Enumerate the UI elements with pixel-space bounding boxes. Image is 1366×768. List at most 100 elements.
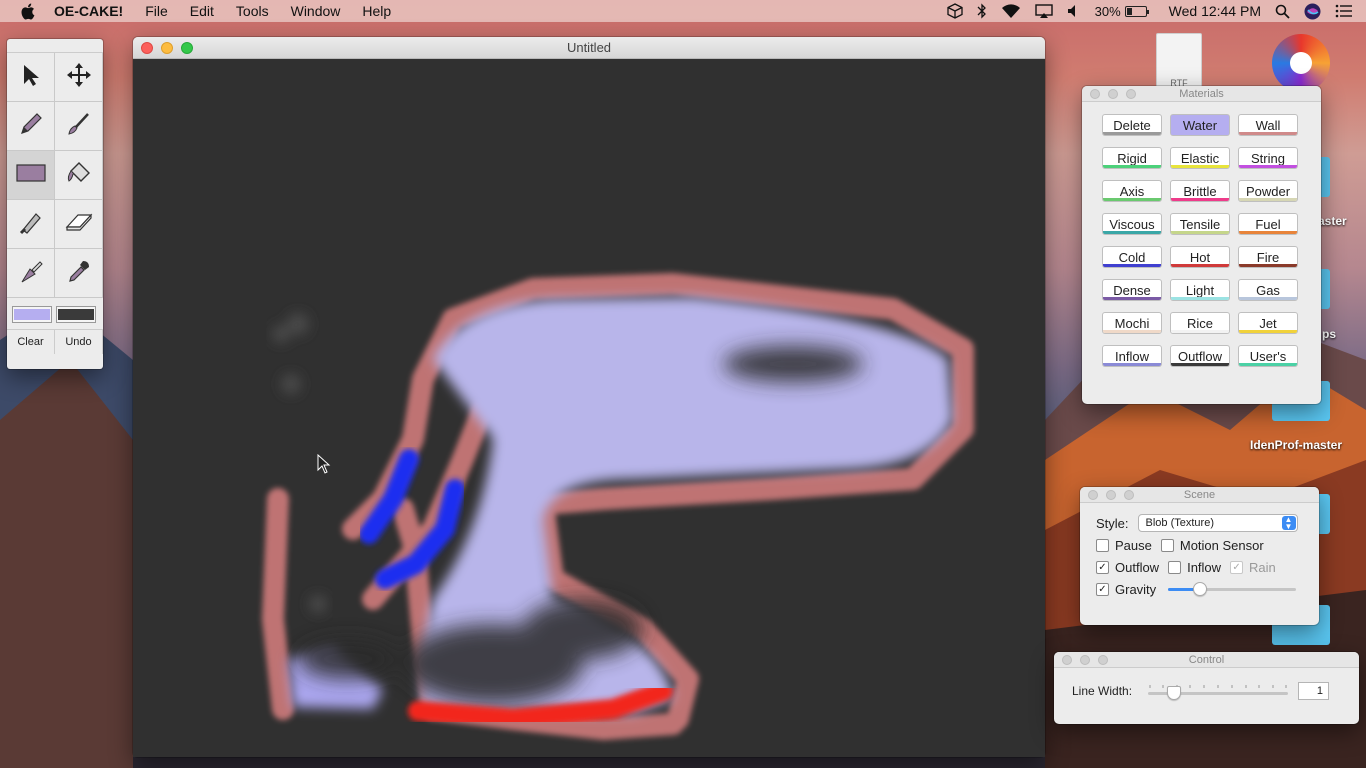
- style-select[interactable]: Blob (Texture) ▲ ▼: [1137, 514, 1298, 532]
- primary-color-swatch[interactable]: [12, 306, 52, 323]
- material-button-powder[interactable]: Powder: [1238, 180, 1298, 202]
- zoom-button[interactable]: [1126, 88, 1136, 99]
- minimize-button[interactable]: [1106, 489, 1116, 500]
- list-icon[interactable]: [1335, 4, 1352, 18]
- pause-checkbox[interactable]: [1096, 538, 1109, 552]
- box-icon[interactable]: [946, 3, 963, 19]
- battery-icon: [1124, 5, 1149, 17]
- menu-file[interactable]: File: [145, 3, 168, 19]
- menu-edit[interactable]: Edit: [190, 3, 214, 19]
- volume-icon[interactable]: [1067, 4, 1081, 18]
- material-button-axis[interactable]: Axis: [1102, 180, 1162, 202]
- eraser-tool[interactable]: [55, 200, 103, 249]
- material-button-users[interactable]: User's: [1238, 345, 1298, 367]
- rain-checkbox[interactable]: ✓: [1230, 560, 1244, 574]
- material-label: Fire: [1256, 249, 1280, 265]
- rectangle-tool[interactable]: [7, 151, 55, 200]
- material-button-wall[interactable]: Wall: [1238, 114, 1298, 136]
- torch-tool[interactable]: [7, 249, 55, 298]
- material-button-light[interactable]: Light: [1170, 279, 1230, 301]
- material-button-string[interactable]: String: [1238, 147, 1298, 169]
- airplay-icon[interactable]: [1034, 3, 1053, 19]
- line-width-slider[interactable]: [1148, 684, 1289, 700]
- style-label: Style:: [1096, 515, 1129, 531]
- select-tool[interactable]: [7, 53, 55, 102]
- control-titlebar[interactable]: Control: [1054, 652, 1359, 668]
- fill-bucket-icon: [65, 159, 93, 192]
- minimize-button[interactable]: [1108, 88, 1118, 99]
- secondary-color-swatch[interactable]: [56, 306, 96, 323]
- material-color-bar: [1239, 330, 1297, 333]
- motion-sensor-checkbox[interactable]: [1160, 538, 1174, 552]
- material-button-viscous[interactable]: Viscous: [1102, 213, 1162, 235]
- material-button-cold[interactable]: Cold: [1102, 246, 1162, 268]
- zoom-button[interactable]: [181, 41, 193, 54]
- material-button-inflow[interactable]: Inflow: [1102, 345, 1162, 367]
- wifi-icon[interactable]: [1001, 3, 1021, 19]
- knife-tool[interactable]: [7, 200, 55, 249]
- material-label: Mochi: [1114, 315, 1150, 331]
- material-button-dense[interactable]: Dense: [1102, 279, 1162, 301]
- material-button-fire[interactable]: Fire: [1238, 246, 1298, 268]
- desktop-app-icon[interactable]: [1272, 34, 1330, 92]
- line-width-label: Line Width:: [1072, 684, 1133, 698]
- undo-button[interactable]: Undo: [55, 330, 103, 354]
- window-controls: [1090, 86, 1144, 101]
- minimize-button[interactable]: [1080, 654, 1090, 665]
- material-button-fuel[interactable]: Fuel: [1238, 213, 1298, 235]
- material-button-mochi[interactable]: Mochi: [1102, 312, 1162, 334]
- apple-icon[interactable]: [20, 3, 38, 20]
- close-button[interactable]: [1088, 489, 1098, 500]
- tools-palette-titlebar[interactable]: [7, 39, 103, 53]
- inflow-checkbox[interactable]: [1168, 560, 1182, 574]
- clock[interactable]: Wed 12:44 PM: [1169, 3, 1261, 19]
- material-label: Inflow: [1115, 348, 1149, 364]
- menu-help[interactable]: Help: [362, 3, 391, 19]
- material-button-rigid[interactable]: Rigid: [1102, 147, 1162, 169]
- menu-app-name[interactable]: OE-CAKE!: [54, 3, 123, 19]
- spotlight-icon[interactable]: [1275, 4, 1290, 19]
- fill-tool[interactable]: [55, 151, 103, 200]
- move-tool[interactable]: [55, 53, 103, 102]
- menu-window[interactable]: Window: [291, 3, 341, 19]
- materials-titlebar[interactable]: Materials: [1082, 86, 1321, 102]
- outflow-checkbox[interactable]: ✓: [1096, 560, 1109, 574]
- line-width-field[interactable]: 1: [1298, 682, 1330, 700]
- material-button-outflow[interactable]: Outflow: [1170, 345, 1230, 367]
- dropper-tool[interactable]: [55, 249, 103, 298]
- desktop-label[interactable]: ps: [1322, 327, 1336, 341]
- zoom-button[interactable]: [1124, 489, 1134, 500]
- gravity-slider[interactable]: [1168, 582, 1297, 596]
- zoom-button[interactable]: [1098, 654, 1108, 665]
- scene-titlebar[interactable]: Scene: [1080, 487, 1319, 503]
- material-button-jet[interactable]: Jet: [1238, 312, 1298, 334]
- material-button-tensile[interactable]: Tensile: [1170, 213, 1230, 235]
- bluetooth-icon[interactable]: [977, 3, 987, 19]
- pencil-tool[interactable]: [7, 102, 55, 151]
- simulation-canvas[interactable]: [133, 59, 1045, 757]
- minimize-button[interactable]: [161, 41, 173, 54]
- material-button-delete[interactable]: Delete: [1102, 114, 1162, 136]
- menu-tools[interactable]: Tools: [236, 3, 269, 19]
- battery-status[interactable]: 30%: [1095, 4, 1149, 19]
- material-button-water[interactable]: Water: [1170, 114, 1230, 136]
- clear-button[interactable]: Clear: [7, 330, 55, 354]
- desktop-rtf-file[interactable]: RTF: [1156, 33, 1202, 91]
- brush-tool[interactable]: [55, 102, 103, 151]
- slider-knob[interactable]: [1193, 582, 1208, 596]
- material-button-hot[interactable]: Hot: [1170, 246, 1230, 268]
- main-titlebar[interactable]: Untitled: [133, 37, 1045, 59]
- close-button[interactable]: [1090, 88, 1100, 99]
- material-button-brittle[interactable]: Brittle: [1170, 180, 1230, 202]
- desktop-label[interactable]: IdenProf-master: [1250, 438, 1342, 452]
- close-button[interactable]: [1062, 654, 1072, 665]
- outflow-label: Outflow: [1115, 559, 1160, 575]
- gravity-checkbox[interactable]: ✓: [1096, 582, 1109, 596]
- desktop-label[interactable]: aster: [1318, 214, 1347, 228]
- slider-knob[interactable]: [1166, 686, 1181, 700]
- close-button[interactable]: [141, 41, 153, 54]
- material-button-gas[interactable]: Gas: [1238, 279, 1298, 301]
- siri-icon[interactable]: [1304, 3, 1321, 20]
- material-button-rice[interactable]: Rice: [1170, 312, 1230, 334]
- material-button-elastic[interactable]: Elastic: [1170, 147, 1230, 169]
